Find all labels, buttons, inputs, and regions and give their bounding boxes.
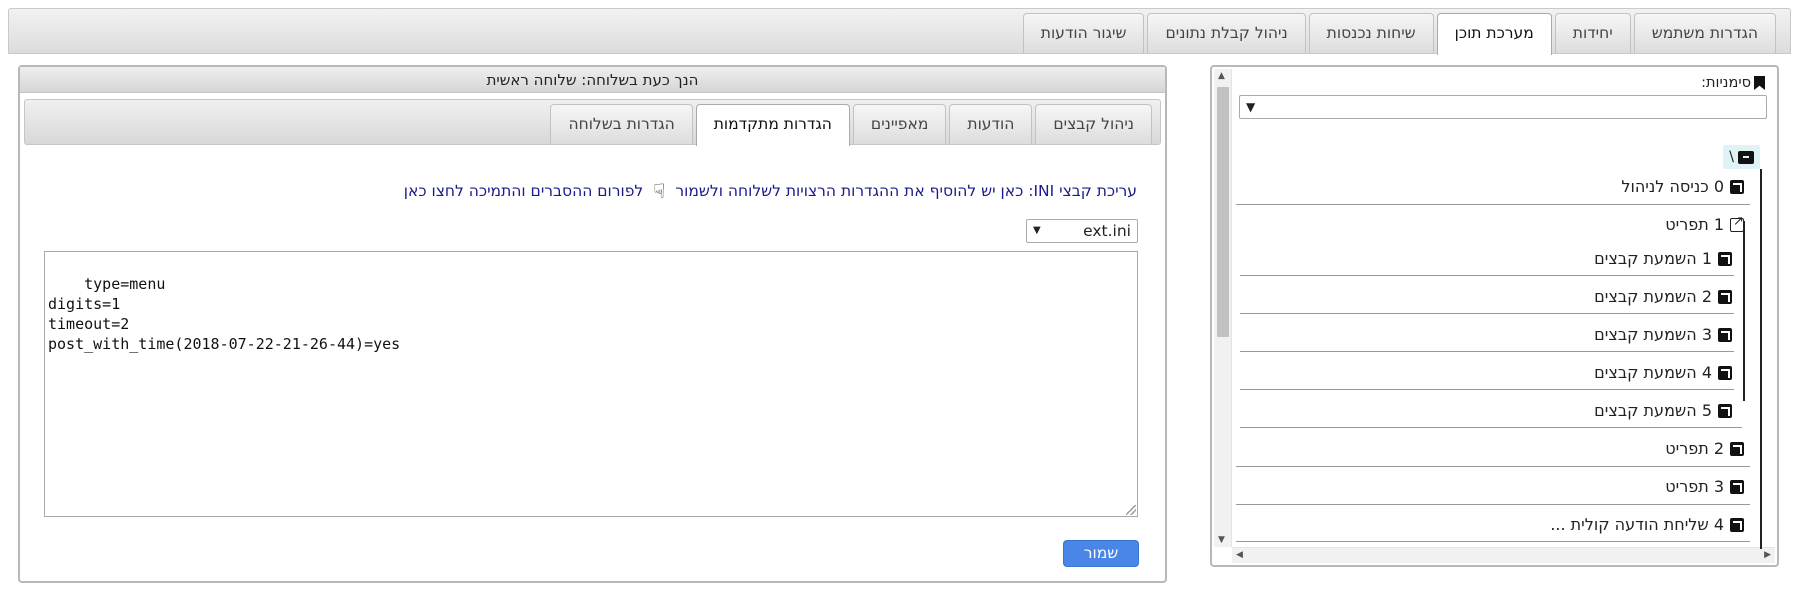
sub-tabs: ניהול קבצים הודעות מאפיינים הגדרות מתקדמ…: [547, 104, 1152, 146]
extension-panel: הנך כעת בשלוחה: שלוחה ראשית ניהול קבצים …: [18, 65, 1167, 583]
arrow-square-icon: [1718, 403, 1732, 418]
bookmarks-select[interactable]: ▼: [1239, 95, 1767, 119]
ini-info-line: עריכת קבצי INI: כאן יש להוסיף את ההגדרות…: [404, 179, 1137, 203]
arrow-square-icon: [1718, 289, 1732, 304]
arrow-square-icon: [1718, 327, 1732, 342]
tree-connector: [1760, 169, 1762, 549]
tree-root[interactable]: \: [1723, 145, 1760, 169]
tree-separator: [1240, 351, 1734, 352]
top-nav-bar: הגדרות משתמש יחידות מערכת תוכן שיחות נכנ…: [8, 8, 1791, 55]
ini-editor-content: type=menu digits=1 timeout=2 post_with_t…: [48, 275, 401, 353]
tree-separator: [1236, 504, 1750, 505]
arrow-square-icon: [1730, 517, 1744, 532]
tree-connector: [1743, 221, 1745, 401]
tree-node[interactable]: 1 השמעת קבצים: [1594, 249, 1732, 268]
scroll-up-icon[interactable]: ▲: [1218, 71, 1225, 81]
ini-editor[interactable]: type=menu digits=1 timeout=2 post_with_t…: [44, 251, 1138, 517]
tree-node[interactable]: 4 שליחת הודעה קולית ...: [1550, 515, 1744, 534]
tab-content-system[interactable]: מערכת תוכן: [1436, 13, 1552, 55]
tree-separator: [1240, 275, 1734, 276]
tab-message-broadcast[interactable]: שיגור הודעות: [1022, 13, 1145, 53]
bookmark-icon: [1754, 76, 1765, 90]
tab-data-management[interactable]: ניהול קבלת נתונים: [1147, 13, 1306, 53]
tree-node[interactable]: 2 השמעת קבצים: [1594, 287, 1732, 306]
archive-icon: [1738, 150, 1754, 164]
scroll-right-icon[interactable]: ▶: [1764, 550, 1771, 560]
bookmarks-panel: ▲ ▼ ◀ ▶ סימניות: ▼ \ 0 כניסה לניהול 1 תפ…: [1210, 65, 1779, 567]
tree-separator: [1240, 313, 1734, 314]
tree-node[interactable]: 5 השמעת קבצים: [1594, 401, 1732, 420]
tab-advanced-settings[interactable]: הגדרות מתקדמות: [695, 104, 850, 146]
extension-tree: \ 0 כניסה לניהול 1 תפריט 1 השמעת קבצים 2…: [1236, 145, 1762, 549]
external-link-icon: [1730, 214, 1744, 232]
tab-user-settings[interactable]: הגדרות משתמש: [1633, 13, 1776, 53]
vertical-scrollbar[interactable]: ▲ ▼: [1214, 69, 1232, 547]
tree-node[interactable]: 3 השמעת קבצים: [1594, 325, 1732, 344]
tree-separator: [1236, 541, 1750, 542]
top-tabs: הגדרות משתמש יחידות מערכת תוכן שיחות נכנ…: [1020, 13, 1776, 55]
sub-tabs-bar: ניהול קבצים הודעות מאפיינים הגדרות מתקדמ…: [24, 99, 1161, 146]
ini-file-select[interactable]: ▼ ext.ini: [1026, 219, 1138, 243]
tree-separator: [1236, 466, 1750, 467]
tab-incoming-calls[interactable]: שיחות נכנסות: [1308, 13, 1434, 53]
chevron-down-icon: ▼: [1033, 225, 1041, 236]
tree-node[interactable]: 0 כניסה לניהול: [1621, 177, 1744, 196]
resize-handle-icon[interactable]: [1126, 505, 1136, 515]
tab-units[interactable]: יחידות: [1554, 13, 1631, 53]
tree-node[interactable]: 3 תפריט: [1665, 477, 1744, 496]
scroll-left-icon[interactable]: ◀: [1236, 550, 1243, 560]
ini-info-text: עריכת קבצי INI: כאן יש להוסיף את ההגדרות…: [675, 182, 1137, 200]
current-extension-header: הנך כעת בשלוחה: שלוחה ראשית: [20, 67, 1165, 93]
tab-file-management[interactable]: ניהול קבצים: [1035, 104, 1152, 144]
scroll-down-icon[interactable]: ▼: [1218, 535, 1225, 545]
horizontal-scrollbar[interactable]: ◀ ▶: [1232, 547, 1775, 563]
scrollbar-thumb[interactable]: [1217, 87, 1229, 337]
tree-node[interactable]: 1 תפריט: [1665, 214, 1744, 234]
support-forum-link[interactable]: לפורום ההסברים והתמיכה לחצו כאן: [404, 182, 643, 200]
bookmarks-label: סימניות:: [1701, 75, 1765, 91]
tab-properties[interactable]: מאפיינים: [852, 104, 947, 144]
tree-separator: [1240, 427, 1742, 428]
tab-messages[interactable]: הודעות: [949, 104, 1033, 144]
tree-separator: [1236, 204, 1750, 205]
tree-node[interactable]: 2 תפריט: [1665, 439, 1744, 458]
arrow-square-icon: [1718, 251, 1732, 266]
tab-extension-settings[interactable]: הגדרות בשלוחה: [550, 104, 693, 144]
tree-separator: [1240, 389, 1734, 390]
chevron-down-icon: ▼: [1246, 100, 1256, 114]
arrow-square-icon: [1730, 441, 1744, 456]
arrow-square-icon: [1730, 479, 1744, 494]
pointing-hand-icon: ☟: [653, 179, 666, 203]
save-button[interactable]: שמור: [1063, 540, 1139, 567]
tree-node[interactable]: 4 השמעת קבצים: [1594, 363, 1732, 382]
arrow-square-icon: [1730, 179, 1744, 194]
arrow-square-icon: [1718, 365, 1732, 380]
